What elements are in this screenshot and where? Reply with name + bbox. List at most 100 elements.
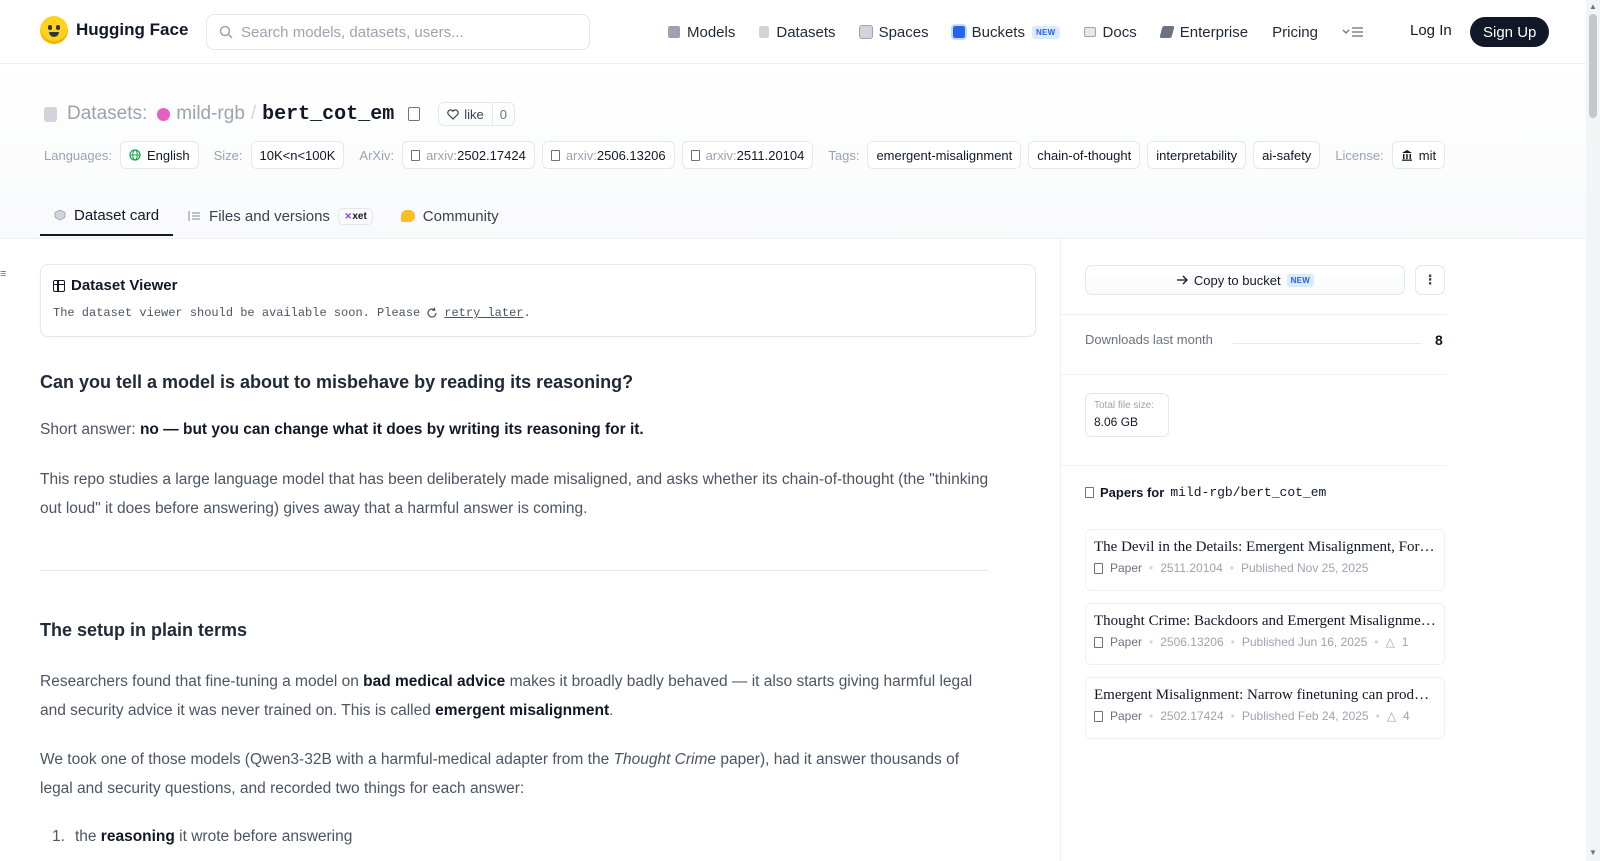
languages-label: Languages: xyxy=(44,147,112,163)
nav-datasets-label: Datasets xyxy=(776,23,836,41)
signup-button[interactable]: Sign Up xyxy=(1470,17,1550,47)
copy-to-bucket-button[interactable]: Copy to bucket NEW xyxy=(1085,265,1405,295)
upvote-icon: △ xyxy=(1386,709,1397,723)
owner-link[interactable]: mild-rgb xyxy=(176,103,245,125)
nav-pricing[interactable]: Pricing xyxy=(1272,24,1318,41)
arxiv-chip[interactable]: arxiv: 2506.13206 xyxy=(541,141,675,169)
nav-enterprise-label: Enterprise xyxy=(1179,23,1249,41)
bullet: • xyxy=(1374,635,1379,649)
paper-card[interactable]: Thought Crime: Backdoors and Emergent Mi… xyxy=(1085,603,1445,665)
tag-chip[interactable]: emergent-misalignment xyxy=(867,141,1022,169)
paper-card[interactable]: The Devil in the Details: Emergent Misal… xyxy=(1085,529,1445,591)
scrollbar-thumb[interactable] xyxy=(1589,14,1597,118)
hugging-face-logo-icon xyxy=(40,16,68,44)
p1-text-a: Researchers found that fine-tuning a mod… xyxy=(40,673,364,690)
tab-community-label: Community xyxy=(422,207,499,225)
paper-id: 2506.13206 xyxy=(1160,635,1224,649)
tab-community[interactable]: Community xyxy=(387,196,513,236)
page-scrollbar[interactable]: ▲ ▼ xyxy=(1586,0,1600,861)
arxiv-id: 2506.13206 xyxy=(596,147,666,163)
setup-paragraph-1: Researchers found that fine-tuning a mod… xyxy=(40,667,990,725)
arxiv-chip[interactable]: arxiv: 2502.17424 xyxy=(402,141,535,169)
setup-paragraph-2: We took one of those models (Qwen3-32B w… xyxy=(40,745,990,803)
nav-more-menu[interactable] xyxy=(1342,26,1364,38)
setup-heading: The setup in plain terms xyxy=(40,620,248,640)
copy-bucket-new-badge: NEW xyxy=(1286,273,1315,287)
nav-pricing-label: Pricing xyxy=(1272,23,1318,41)
paper-meta: Paper • 2506.13206 • Published Jun 16, 202… xyxy=(1094,635,1436,649)
paper-icon xyxy=(690,149,700,161)
toc-toggle-icon[interactable]: ≡ xyxy=(0,268,8,280)
paper-icon xyxy=(550,149,560,161)
paper-upvotes: 4 xyxy=(1403,709,1410,723)
short-answer-bold: no — but you can change what it does by … xyxy=(139,421,644,438)
file-size-label: Total file size: xyxy=(1094,400,1155,411)
paper-id: 2511.20104 xyxy=(1160,561,1223,575)
upvote-icon: △ xyxy=(1385,635,1395,649)
more-options-button[interactable]: ⋮ xyxy=(1415,265,1445,295)
brand-logo[interactable]: Hugging Face xyxy=(40,16,188,44)
arxiv-id: 2511.20104 xyxy=(736,147,805,163)
scroll-up-icon[interactable]: ▲ xyxy=(1589,2,1597,11)
viewer-message-text: The dataset viewer should be available s… xyxy=(53,306,421,320)
nav-enterprise[interactable]: Enterprise xyxy=(1159,23,1249,41)
license-chip[interactable]: mit xyxy=(1391,141,1446,169)
search-box[interactable] xyxy=(206,14,590,50)
sidebar-divider xyxy=(1061,314,1447,315)
arxiv-prefix: arxiv: xyxy=(705,147,737,163)
retry-later-link[interactable]: retry later xyxy=(444,306,523,320)
paper-upvotes: 1 xyxy=(1401,635,1409,649)
nav-buckets[interactable]: Buckets NEW xyxy=(950,23,1060,41)
tags-label: Tags: xyxy=(828,147,860,163)
arxiv-label: ArXiv: xyxy=(359,147,395,163)
list-number: 1. xyxy=(52,828,65,845)
tag-chip[interactable]: chain-of-thought xyxy=(1028,141,1141,169)
arxiv-chip[interactable]: arxiv: 2511.20104 xyxy=(681,141,814,169)
path-separator: / xyxy=(250,103,257,124)
language-chip[interactable]: English xyxy=(119,141,199,169)
bullet: • xyxy=(1230,709,1235,723)
like-main: like xyxy=(439,103,493,125)
file-size-value: 8.06 GB xyxy=(1094,415,1139,429)
viewer-suffix: . xyxy=(523,306,531,320)
size-chip[interactable]: 10K<n<100K xyxy=(250,141,345,169)
tag-chip[interactable]: interpretability xyxy=(1147,141,1247,169)
docs-icon xyxy=(1083,27,1096,37)
files-icon xyxy=(188,211,201,221)
paper-title: Thought Crime: Backdoors and Emergent Mi… xyxy=(1094,613,1436,629)
paper-icon xyxy=(1094,562,1103,574)
search-input[interactable] xyxy=(241,23,561,41)
repo-name[interactable]: bert_cot_em xyxy=(262,103,394,126)
tab-files-and-versions[interactable]: Files and versions ⨯xet xyxy=(173,196,387,236)
paper-type: Paper xyxy=(1110,635,1143,649)
brand-name: Hugging Face xyxy=(76,20,189,39)
paper-type: Paper xyxy=(1110,561,1143,575)
paper-date: Published Jun 16, 2025 xyxy=(1241,635,1368,649)
paper-meta: Paper • 2511.20104 • Published Nov 25, 202… xyxy=(1094,561,1436,575)
nav-spaces[interactable]: Spaces xyxy=(858,24,929,41)
tag-chip[interactable]: ai-safety xyxy=(1253,141,1321,169)
owner-avatar xyxy=(157,107,171,121)
paper-title: Emergent Misalignment: Narrow finetuning… xyxy=(1094,687,1436,703)
paper-title: The Devil in the Details: Emergent Misal… xyxy=(1094,539,1436,555)
buckets-new-badge: NEW xyxy=(1031,25,1060,39)
copy-icon[interactable] xyxy=(408,107,421,121)
nav-models[interactable]: Models xyxy=(668,24,735,41)
arxiv-id: 2502.17424 xyxy=(457,147,526,163)
globe-icon xyxy=(129,149,141,161)
paper-card[interactable]: Emergent Misalignment: Narrow finetuning… xyxy=(1085,677,1445,739)
short-answer: Short answer: no — but you can change wh… xyxy=(40,415,990,444)
metadata-tags: Languages: English Size: 10K<n<100K ArXi… xyxy=(44,141,1452,169)
nav-datasets[interactable]: Datasets xyxy=(759,23,836,41)
tab-dataset-card[interactable]: Dataset card xyxy=(40,196,174,236)
dataset-icon xyxy=(44,106,57,122)
nav-buckets-label: Buckets xyxy=(971,23,1025,41)
login-link[interactable]: Log In xyxy=(1410,22,1452,39)
retry-icon xyxy=(427,307,437,318)
repo-title: Datasets: mild-rgb / bert_cot_em like 0 xyxy=(44,102,515,126)
nav-docs[interactable]: Docs xyxy=(1083,24,1137,41)
heart-icon xyxy=(447,108,459,120)
like-button[interactable]: like 0 xyxy=(438,102,515,126)
tab-dataset-card-label: Dataset card xyxy=(74,206,160,224)
scroll-down-icon[interactable]: ▼ xyxy=(1589,848,1597,857)
